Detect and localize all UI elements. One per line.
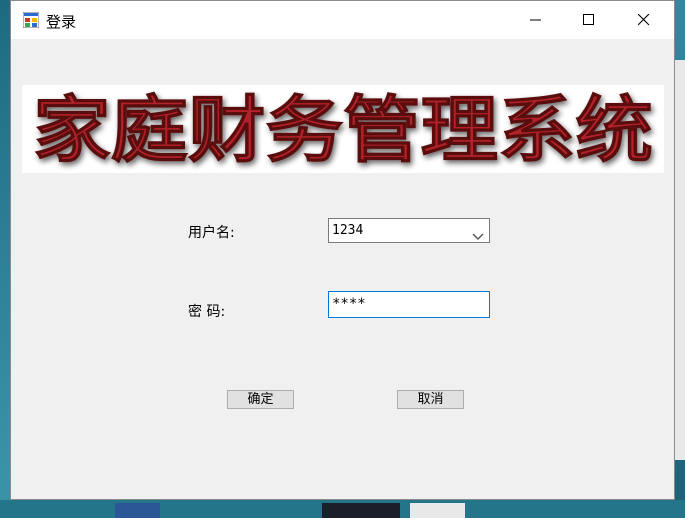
minimize-icon [530,19,541,21]
ok-button[interactable]: 确定 [227,390,294,409]
app-banner: 家庭财务管理系统 [22,85,664,173]
taskbar-tile [322,503,400,518]
window-title: 登录 [46,13,77,31]
close-icon [638,14,650,26]
banner-title: 家庭财务管理系统 [33,87,653,172]
password-label: 密 码: [188,304,226,320]
taskbar-tile [115,503,160,518]
chevron-down-icon[interactable] [472,226,484,245]
login-window: 登录 家庭财务管理系统 用户名: 1234 密 码: **** 确定 取消 [10,0,675,500]
app-window-icon [22,11,40,29]
username-value: 1234 [332,223,364,238]
taskbar-tile [410,503,465,518]
close-button[interactable] [621,1,667,39]
username-label: 用户名: [188,225,235,241]
username-combobox[interactable]: 1234 [328,218,490,243]
cancel-button[interactable]: 取消 [397,390,464,409]
maximize-icon [583,14,594,25]
title-bar[interactable]: 登录 [11,1,674,39]
maximize-button[interactable] [566,1,612,39]
password-input[interactable]: **** [328,291,490,318]
minimize-button[interactable] [513,1,559,39]
